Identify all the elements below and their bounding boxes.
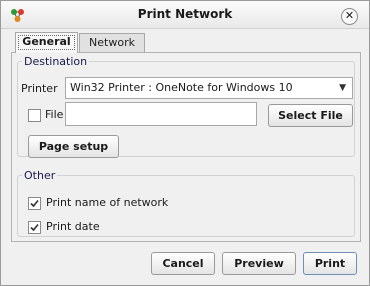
checkmark-icon bbox=[30, 223, 39, 232]
tab-network-label: Network bbox=[89, 36, 135, 49]
page-setup-button[interactable]: Page setup bbox=[28, 135, 119, 158]
print-date-label: Print date bbox=[46, 220, 100, 233]
print-date-checkbox[interactable] bbox=[28, 221, 41, 234]
printer-select-value: Win32 Printer : OneNote for Windows 10 bbox=[70, 81, 293, 94]
printer-select[interactable]: Win32 Printer : OneNote for Windows 10 ▼ bbox=[65, 77, 353, 99]
tab-general[interactable]: General bbox=[15, 32, 78, 53]
general-tab-panel: Destination Printer Win32 Printer : OneN… bbox=[11, 52, 361, 242]
destination-group-label: Destination bbox=[24, 55, 88, 68]
print-network-dialog: Print Network ✕ General Network Destinat… bbox=[0, 0, 370, 286]
other-group: Other Print name of network Print date bbox=[17, 169, 355, 237]
page-setup-label: Page setup bbox=[38, 140, 109, 153]
destination-group: Destination Printer Win32 Printer : OneN… bbox=[17, 55, 355, 158]
title-bar[interactable]: Print Network ✕ bbox=[1, 1, 369, 29]
chevron-down-icon: ▼ bbox=[339, 83, 346, 93]
print-network-name-checkbox[interactable] bbox=[28, 197, 41, 210]
print-label: Print bbox=[314, 257, 346, 270]
tab-network[interactable]: Network bbox=[79, 33, 145, 53]
select-file-label: Select File bbox=[278, 109, 343, 122]
cancel-label: Cancel bbox=[162, 257, 204, 270]
preview-button[interactable]: Preview bbox=[222, 252, 296, 275]
close-button[interactable]: ✕ bbox=[341, 8, 358, 25]
close-icon: ✕ bbox=[344, 9, 355, 22]
dialog-title: Print Network bbox=[137, 7, 233, 21]
other-group-label: Other bbox=[24, 169, 56, 182]
file-label: File bbox=[45, 108, 64, 121]
preview-label: Preview bbox=[234, 257, 284, 270]
file-checkbox[interactable] bbox=[28, 109, 41, 122]
print-button[interactable]: Print bbox=[303, 252, 357, 275]
print-network-name-label: Print name of network bbox=[46, 196, 169, 209]
tab-general-label: General bbox=[22, 35, 71, 48]
checkmark-icon bbox=[30, 199, 39, 208]
file-path-input[interactable] bbox=[65, 102, 257, 126]
cancel-button[interactable]: Cancel bbox=[151, 252, 215, 275]
printer-label: Printer bbox=[21, 82, 58, 95]
select-file-button[interactable]: Select File bbox=[268, 104, 353, 127]
